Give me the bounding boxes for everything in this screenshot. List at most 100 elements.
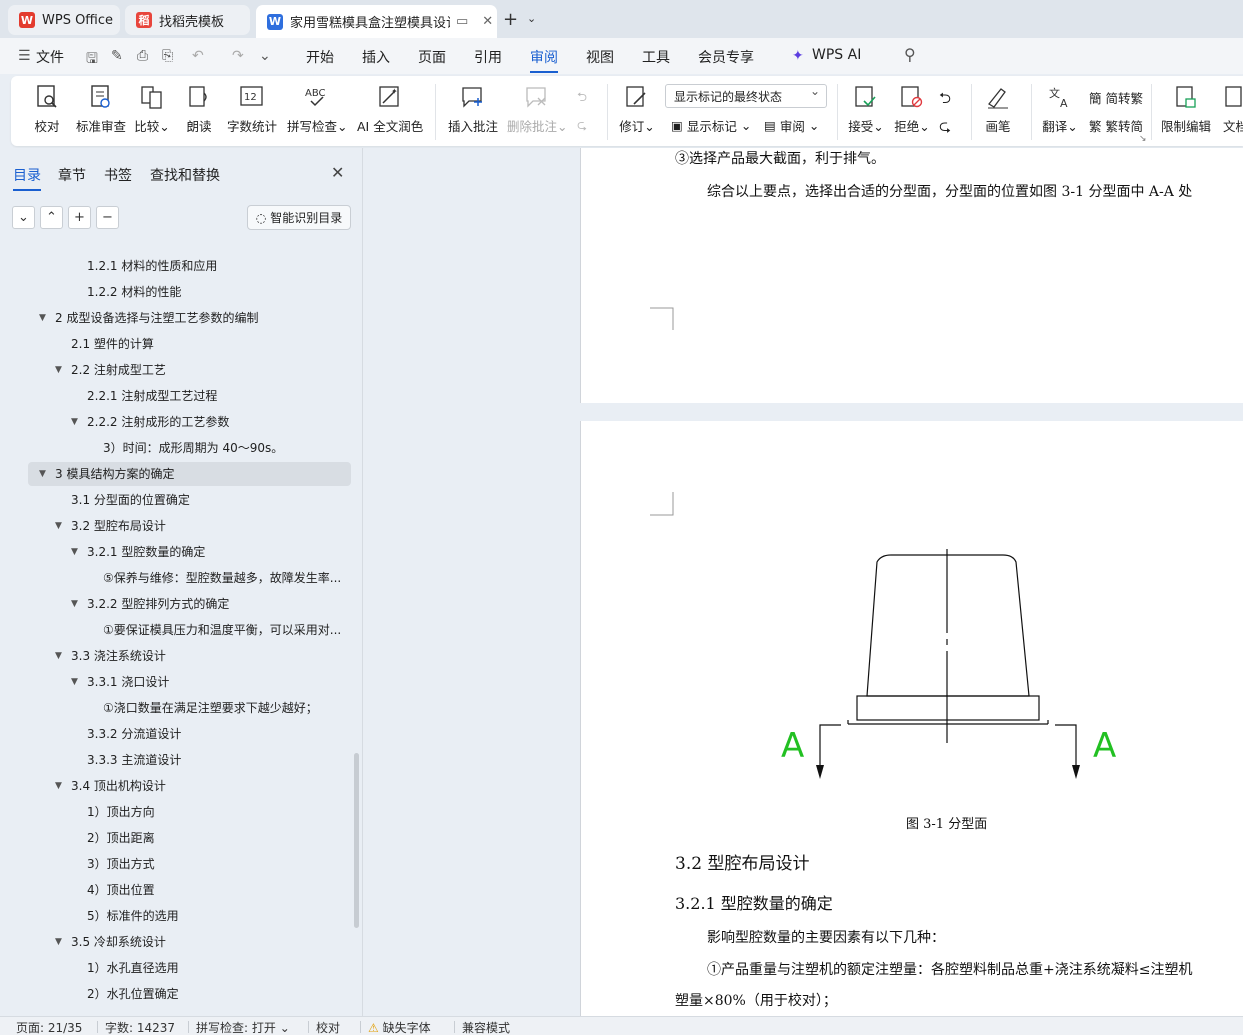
toc-expand-arrow-icon[interactable]: ▼ (39, 306, 46, 330)
toc-item[interactable]: 4）顶出位置 (0, 878, 350, 902)
restrict-edit-button[interactable]: 限制编辑 (1161, 82, 1211, 135)
pen-button[interactable]: 画笔 (983, 82, 1013, 135)
review-pane-button[interactable]: ▤ 审阅 ⌄ (764, 116, 819, 135)
remove-heading-button[interactable]: − (96, 206, 119, 229)
menu-review[interactable]: 审阅 (530, 47, 558, 73)
save-icon[interactable]: 🖫 (86, 48, 98, 72)
menu-insert[interactable]: 插入 (362, 47, 390, 67)
tab-find-replace[interactable]: 查找和替换 (150, 165, 220, 185)
format-painter-icon[interactable]: ✎ (111, 48, 123, 64)
toc-expand-arrow-icon[interactable]: ▼ (55, 514, 62, 538)
more-chevron-icon[interactable]: ⌄ (259, 48, 271, 64)
tab-chapters[interactable]: 章节 (58, 165, 86, 185)
delete-comment-button[interactable]: 删除批注⌄ (507, 82, 568, 135)
toc-item[interactable]: 3.3.3 主流道设计 (0, 748, 350, 772)
tab-wps-office[interactable]: W WPS Office (8, 5, 120, 35)
document-more-button[interactable]: 文档 (1223, 82, 1243, 135)
close-icon[interactable]: ✕ (482, 14, 493, 29)
toc-item[interactable]: ▼ 3.4 顶出机构设计 (0, 774, 350, 798)
tab-bookmarks[interactable]: 书签 (104, 165, 132, 185)
print-icon[interactable]: ⎙ (137, 48, 148, 64)
tab-toc[interactable]: 目录 (13, 165, 41, 191)
toc-expand-arrow-icon[interactable]: ▼ (55, 774, 62, 798)
collapse-up-button[interactable]: ⌃ (40, 206, 63, 229)
new-tab-icon[interactable]: + (503, 9, 518, 30)
menu-tools[interactable]: 工具 (642, 47, 670, 67)
ai-polish-button[interactable]: ✦ AI 全文润色 (357, 82, 423, 135)
hamburger-icon[interactable]: ☰ (18, 48, 31, 64)
toc-item[interactable]: ▼ 3.3.1 浇口设计 (0, 670, 350, 694)
add-heading-button[interactable]: + (68, 206, 91, 229)
toc-item[interactable]: ▼ 3 模具结构方案的确定 (28, 462, 351, 486)
menu-view[interactable]: 视图 (586, 47, 614, 67)
insert-comment-button[interactable]: 插入批注 (447, 82, 499, 135)
toc-expand-arrow-icon[interactable]: ▼ (55, 644, 62, 668)
menu-page[interactable]: 页面 (418, 47, 446, 67)
toc-item[interactable]: ▼ 2.2 注射成型工艺 (0, 358, 350, 382)
simplified-to-traditional-button[interactable]: 簡简转繁 (1089, 88, 1143, 107)
proofread-status[interactable]: 校对 (307, 1019, 340, 1035)
toc-item[interactable]: 3.3.2 分流道设计 (0, 722, 350, 746)
toc-item[interactable]: ▼ 2 成型设备选择与注塑工艺参数的编制 (0, 306, 350, 330)
menu-wps-ai[interactable]: WPS AI (812, 47, 861, 63)
toc-item[interactable]: ▼ 3.3 浇注系统设计 (0, 644, 350, 668)
expand-down-button[interactable]: ⌄ (12, 206, 35, 229)
toc-item[interactable]: ▼ 3.2.1 型腔数量的确定 (0, 540, 350, 564)
toc-expand-arrow-icon[interactable]: ▼ (71, 540, 78, 564)
toc-item[interactable]: ⑤保养与维修：型腔数量越多，故障发生率... (0, 566, 350, 590)
word-count-status[interactable]: 字数: 14237 (96, 1019, 175, 1035)
tab-template[interactable]: 稻 找稻壳模板 (125, 5, 250, 35)
monitor-icon[interactable]: ▭ (456, 14, 468, 29)
smart-toc-button[interactable]: ◌ 智能识别目录 (247, 205, 351, 230)
accept-button[interactable]: 接受⌄ (847, 82, 885, 135)
next-comment-icon[interactable]: ⮎ (577, 116, 587, 137)
show-markup-button[interactable]: ▣ 显示标记 ⌄ (671, 116, 751, 135)
toc-item[interactable]: ▼ 3.5 冷却系统设计 (0, 930, 350, 954)
undo-icon[interactable]: ↶ (192, 48, 204, 64)
redo-icon[interactable]: ↷ (232, 48, 244, 64)
toc-expand-arrow-icon[interactable]: ▼ (71, 670, 78, 694)
toc-item[interactable]: 2）水孔位置确定 (0, 982, 350, 1006)
toc-item[interactable]: 1.2.2 材料的性能 (0, 280, 350, 304)
menu-reference[interactable]: 引用 (474, 47, 502, 67)
missing-font-status[interactable]: ⚠ 缺失字体 (360, 1019, 431, 1035)
toc-item[interactable]: 2.2.1 注射成型工艺过程 (0, 384, 350, 408)
page-indicator[interactable]: 页面: 21/35 (16, 1019, 82, 1035)
toc-item[interactable]: 3.1 分型面的位置确定 (0, 488, 350, 512)
previous-change-icon[interactable]: ⮌ (939, 88, 951, 113)
toc-expand-arrow-icon[interactable]: ▼ (71, 592, 78, 616)
standard-review-button[interactable]: 标准审查 (75, 82, 127, 135)
read-aloud-button[interactable]: 朗读 (185, 82, 213, 135)
word-count-button[interactable]: 12 字数统计 (227, 82, 277, 135)
toc-item[interactable]: ▼ 3.2.2 型腔排列方式的确定 (0, 592, 350, 616)
markup-state-select[interactable]: 显示标记的最终状态 (665, 84, 827, 108)
sidebar-scrollbar[interactable] (354, 753, 359, 928)
proofread-button[interactable]: 校对 (31, 82, 63, 135)
print-preview-icon[interactable]: ⎘ (162, 48, 173, 64)
spell-check-status[interactable]: 拼写检查: 打开 ⌄ (188, 1019, 290, 1035)
tab-document[interactable]: W 家用雪糕模具盒注塑模具设计 ▭ ✕ (256, 5, 497, 38)
menu-member[interactable]: 会员专享 (698, 47, 754, 67)
toc-item[interactable]: 2）顶出距离 (0, 826, 350, 850)
toc-item[interactable]: ▼ 2.2.2 注射成形的工艺参数 (0, 410, 350, 434)
close-pane-icon[interactable]: ✕ (331, 163, 344, 182)
traditional-to-simplified-button[interactable]: 繁繁转简 (1089, 116, 1143, 135)
menu-home[interactable]: 开始 (306, 47, 334, 67)
toc-expand-arrow-icon[interactable]: ▼ (55, 358, 62, 382)
toc-item[interactable]: 2.1 塑件的计算 (0, 332, 350, 356)
toc-expand-arrow-icon[interactable]: ▼ (39, 462, 46, 486)
toc-item[interactable]: 1.2.1 材料的性质和应用 (0, 254, 350, 278)
toc-item[interactable]: ①浇口数量在满足注塑要求下越少越好； (0, 696, 350, 720)
toc-item[interactable]: 3）顶出方式 (0, 852, 350, 876)
toc-item[interactable]: 5）标准件的选用 (0, 904, 350, 928)
reject-button[interactable]: 拒绝⌄ (893, 82, 931, 135)
toc-item[interactable]: ①要保证模具压力和温度平衡，可以采用对... (0, 618, 350, 642)
chevron-down-icon[interactable]: ⌄ (527, 12, 536, 25)
prev-comment-icon[interactable]: ⮌ (577, 88, 587, 109)
spell-check-button[interactable]: ABC 拼写检查⌄ (287, 82, 348, 135)
translate-button[interactable]: 文A 翻译⌄ (1041, 82, 1079, 135)
toc-expand-arrow-icon[interactable]: ▼ (71, 410, 78, 434)
next-change-icon[interactable]: ⮎ (939, 116, 951, 141)
toc-item[interactable]: 1）水孔直径选用 (0, 956, 350, 980)
track-changes-button[interactable]: 修订⌄ (617, 82, 657, 135)
